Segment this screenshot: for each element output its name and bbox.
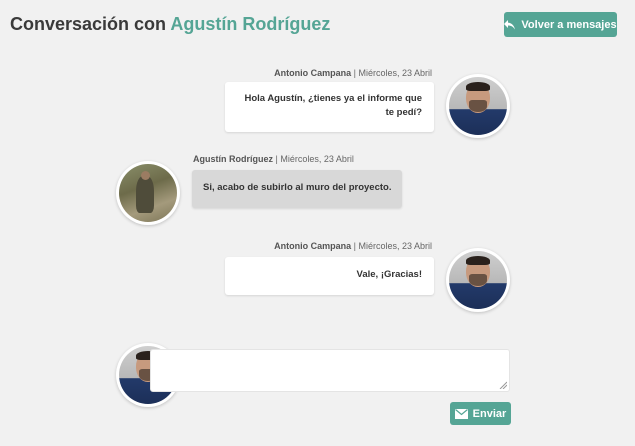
message-input[interactable] [151, 350, 509, 391]
send-button-label: Enviar [472, 407, 507, 420]
avatar-antonio [446, 248, 510, 312]
message-author: Agustín Rodríguez [193, 154, 273, 164]
message-1-bubble: Hola Agustín, ¿tienes ya el informe que … [225, 82, 434, 132]
composer-box [150, 349, 510, 392]
title-contact-name: Agustín Rodríguez [170, 14, 331, 34]
title-prefix: Conversación con [10, 14, 167, 34]
meta-separator: | [275, 154, 278, 164]
back-button-label: Volver a mensajes [521, 18, 617, 31]
page-title: Conversación con Agustín Rodríguez [10, 14, 330, 35]
avatar-agustin [116, 161, 180, 225]
message-text: Vale, ¡Gracias! [356, 269, 422, 280]
message-date: Miércoles, 23 Abril [358, 241, 432, 251]
resize-grip-icon[interactable] [499, 381, 507, 389]
envelope-icon [454, 408, 468, 419]
message-date: Miércoles, 23 Abril [280, 154, 354, 164]
reply-arrow-icon [504, 19, 516, 29]
message-text: Hola Agustín, ¿tienes ya el informe que … [244, 93, 422, 118]
avatar-antonio [446, 74, 510, 138]
meta-separator: | [353, 68, 356, 78]
message-3-meta: Antonio Campana | Miércoles, 23 Abril [250, 241, 432, 251]
meta-separator: | [353, 241, 356, 251]
message-2-meta: Agustín Rodríguez | Miércoles, 23 Abril [193, 154, 354, 164]
message-author: Antonio Campana [274, 68, 352, 78]
send-button[interactable]: Enviar [450, 402, 511, 425]
back-to-messages-button[interactable]: Volver a mensajes [504, 12, 617, 37]
message-date: Miércoles, 23 Abril [358, 68, 432, 78]
message-2-bubble: Si, acabo de subirlo al muro del proyect… [192, 170, 402, 208]
message-1-meta: Antonio Campana | Miércoles, 23 Abril [250, 68, 432, 78]
message-author: Antonio Campana [274, 241, 352, 251]
message-3-bubble: Vale, ¡Gracias! [225, 257, 434, 295]
message-text: Si, acabo de subirlo al muro del proyect… [203, 182, 392, 193]
